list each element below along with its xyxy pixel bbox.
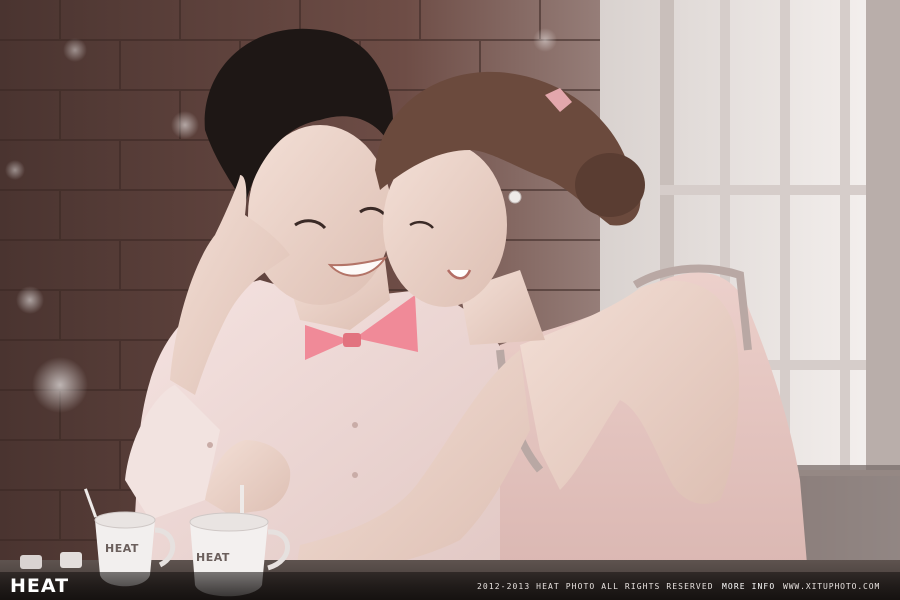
earring bbox=[508, 190, 522, 204]
brand-logo: HEAT bbox=[10, 575, 70, 597]
couple-photo bbox=[0, 0, 900, 600]
left-cup-logo: HEAT bbox=[105, 542, 139, 555]
copyright-text: 2012-2013 HEAT PHOTO ALL RIGHTS RESERVED bbox=[477, 582, 714, 591]
site-url-link[interactable]: WWW.XITUPHOTO.COM bbox=[783, 582, 880, 591]
more-info-link[interactable]: MORE INFO bbox=[722, 582, 775, 591]
right-cup-logo: HEAT bbox=[196, 551, 230, 564]
photo-frame: HEAT HEAT HEAT 2012-2013 HEAT PHOTO ALL … bbox=[0, 0, 900, 600]
